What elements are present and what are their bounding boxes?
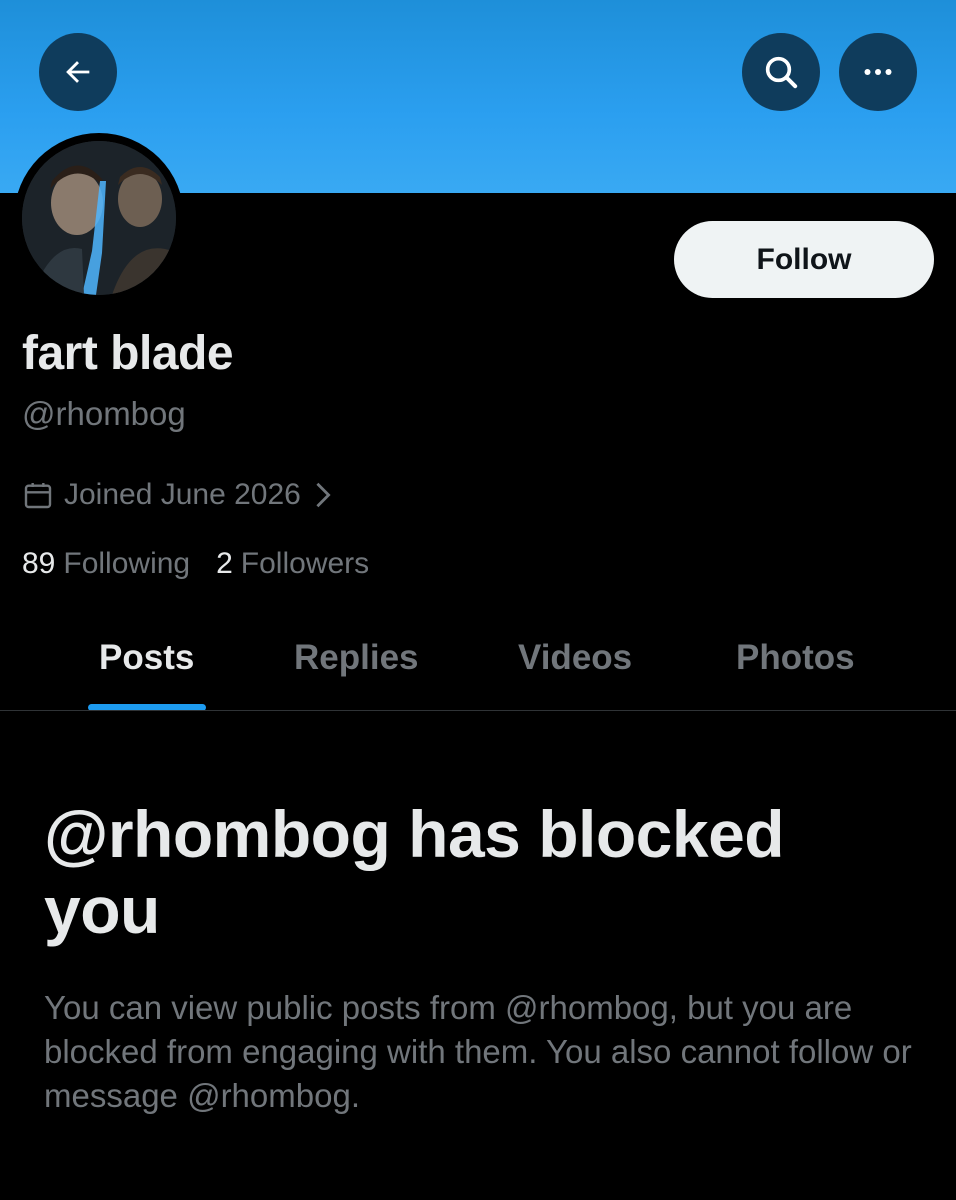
tab-photos[interactable]: Photos — [736, 638, 855, 678]
follow-button[interactable]: Follow — [674, 221, 934, 298]
blocked-title: @rhombog has blocked you — [44, 797, 785, 947]
following-stat[interactable]: 89 Following — [22, 547, 190, 581]
following-count: 89 — [22, 547, 56, 580]
profile-handle: @rhombog — [22, 395, 186, 432]
search-icon — [765, 56, 798, 89]
avatar[interactable] — [14, 133, 184, 303]
followers-stat[interactable]: 2 Followers — [216, 547, 369, 581]
tab-videos[interactable]: Videos — [518, 638, 632, 678]
joined-label: Joined June 2026 — [64, 478, 301, 511]
search-button[interactable] — [742, 33, 820, 111]
tabs-divider — [0, 710, 956, 711]
followers-count: 2 — [216, 547, 233, 580]
profile-tabs: Posts Replies Videos Photos — [0, 620, 956, 711]
tab-posts[interactable]: Posts — [99, 638, 194, 678]
back-button[interactable] — [39, 33, 117, 111]
tab-replies[interactable]: Replies — [294, 638, 419, 678]
blocked-message: You can view public posts from @rhombog,… — [44, 989, 912, 1114]
follow-stats: 89 Following 2 Followers — [22, 547, 369, 581]
more-button[interactable] — [839, 33, 917, 111]
chevron-right-icon — [316, 482, 331, 508]
avatar-image — [22, 141, 176, 295]
calendar-icon — [24, 483, 52, 509]
display-name: fart blade — [22, 327, 234, 380]
arrow-left-icon — [66, 61, 90, 83]
more-horizontal-icon — [864, 69, 892, 75]
followers-label: Followers — [240, 547, 370, 580]
following-label: Following — [63, 547, 191, 580]
joined-date[interactable]: Joined June 2026 — [22, 478, 343, 512]
